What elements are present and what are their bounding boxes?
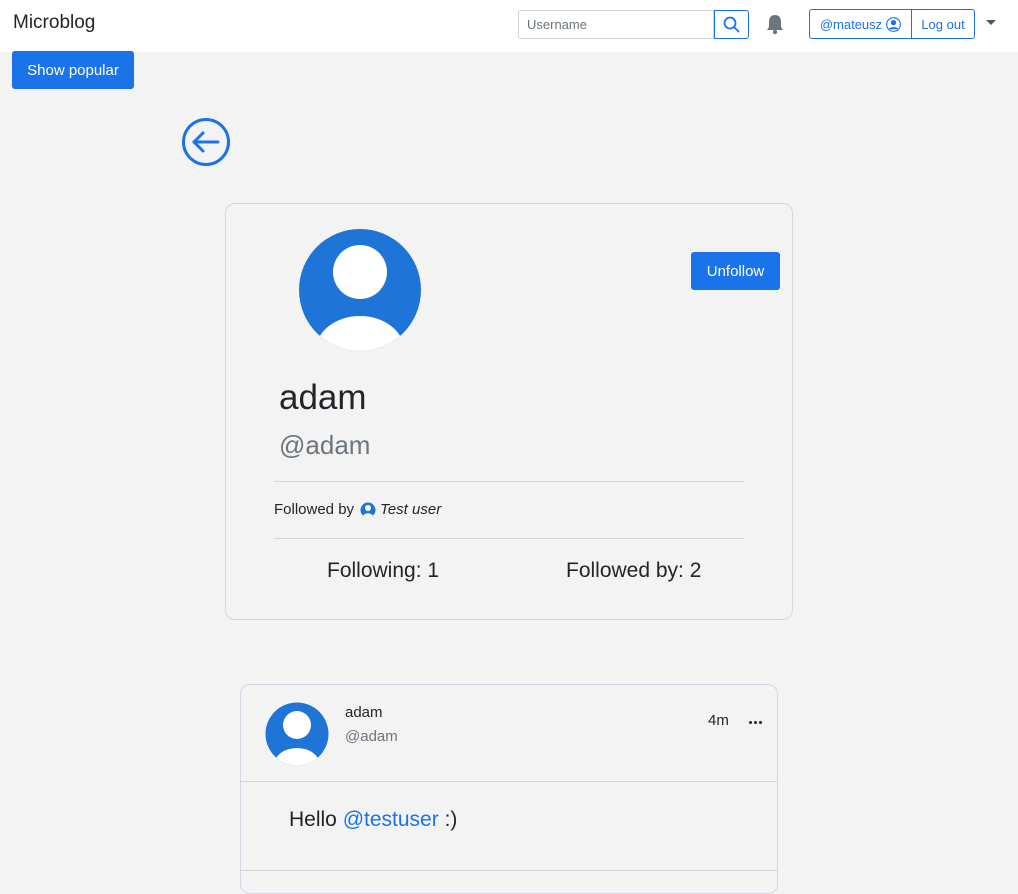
divider: [241, 870, 777, 871]
logout-button[interactable]: Log out: [911, 9, 975, 39]
back-arrow-icon[interactable]: [181, 117, 231, 167]
unfollow-button[interactable]: Unfollow: [691, 252, 780, 290]
navbar: Microblog @mateusz Log out: [0, 0, 1018, 52]
more-options-icon[interactable]: [749, 721, 763, 725]
search-icon: [723, 16, 740, 33]
current-user-button[interactable]: @mateusz: [809, 9, 912, 39]
post-text: Hello @testuser :): [289, 808, 457, 832]
post-author-handle: @adam: [345, 728, 398, 745]
divider: [274, 538, 744, 539]
current-user-label: @mateusz: [819, 16, 883, 32]
post-text-before: Hello: [289, 808, 343, 831]
brand-logo[interactable]: Microblog: [13, 12, 95, 34]
follower-link[interactable]: Test user: [380, 501, 441, 518]
search-input[interactable]: [518, 10, 714, 39]
dropdown-caret-icon[interactable]: [986, 20, 996, 25]
following-count[interactable]: Following: 1: [327, 559, 439, 583]
followers-count[interactable]: Followed by: 2: [566, 559, 701, 583]
mention-link[interactable]: @testuser: [343, 808, 439, 831]
post-card: adam @adam 4m Hello @testuser :): [240, 684, 778, 894]
followed-by-row: Followed by Test user: [274, 501, 441, 518]
profile-card: Unfollow adam @adam Followed by Test use…: [225, 203, 793, 620]
avatar-icon: [360, 502, 376, 517]
show-popular-button[interactable]: Show popular: [12, 51, 134, 89]
divider: [274, 481, 744, 482]
post-timestamp: 4m: [708, 712, 729, 729]
avatar-icon: [299, 229, 421, 351]
profile-name: adam: [279, 378, 367, 417]
search-button[interactable]: [714, 10, 749, 39]
divider: [241, 781, 777, 782]
user-circle-icon: [886, 16, 902, 32]
post-text-after: :): [438, 808, 458, 831]
avatar-icon[interactable]: [265, 702, 329, 766]
followed-by-prefix: Followed by: [274, 501, 355, 518]
post-author-name[interactable]: adam: [345, 704, 383, 721]
bell-icon[interactable]: [765, 13, 785, 35]
profile-handle: @adam: [279, 430, 371, 460]
